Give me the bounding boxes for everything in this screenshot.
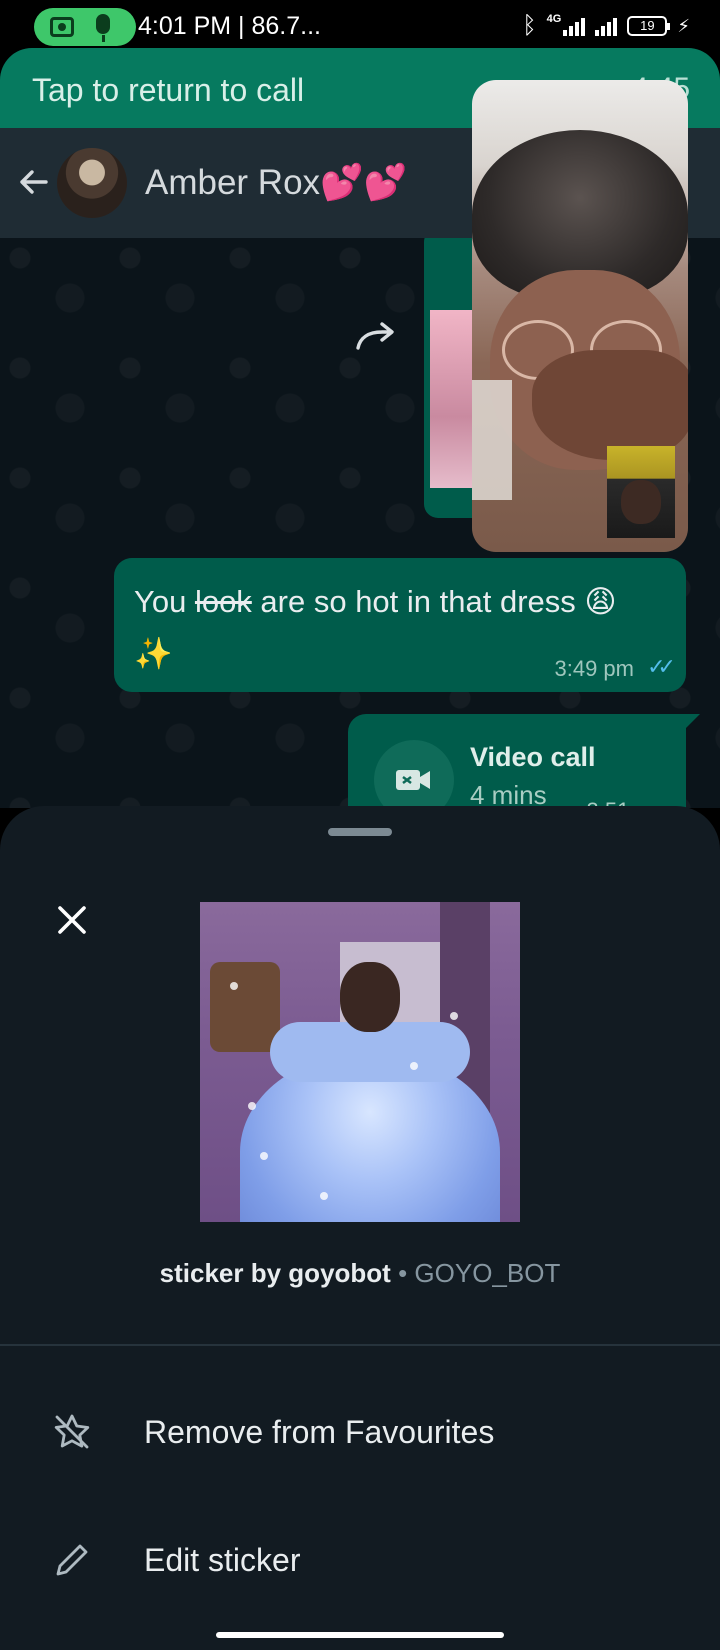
sticker-head bbox=[340, 962, 400, 1032]
home-indicator[interactable] bbox=[216, 1632, 504, 1638]
close-icon[interactable] bbox=[52, 900, 92, 940]
call-title: Video call bbox=[470, 742, 596, 772]
sticker-name: sticker by goyobot bbox=[159, 1258, 391, 1288]
outgoing-text-message[interactable]: You look are so hot in that dress 😩✨ 3:4… bbox=[114, 558, 686, 692]
separator: • bbox=[398, 1258, 408, 1288]
sticker-bag bbox=[210, 962, 280, 1052]
remove-from-favourites-item[interactable]: Remove from Favourites bbox=[0, 1372, 720, 1492]
divider bbox=[0, 1344, 720, 1346]
sticker-sparkle bbox=[320, 1192, 328, 1200]
unstar-icon bbox=[54, 1414, 90, 1449]
pencil-icon bbox=[56, 1544, 88, 1576]
signal-icon bbox=[595, 16, 618, 36]
sticker-sparkle bbox=[230, 982, 238, 990]
forward-icon[interactable] bbox=[354, 318, 398, 354]
sticker-preview bbox=[200, 902, 520, 1222]
sticker-sparkle bbox=[248, 1102, 256, 1110]
video-camera-icon bbox=[396, 770, 430, 790]
menu-item-label: Remove from Favourites bbox=[144, 1414, 495, 1450]
pip-blanket bbox=[472, 380, 512, 500]
avatar[interactable] bbox=[57, 148, 127, 218]
message-text-prefix: You bbox=[134, 584, 195, 619]
network-type: 4G bbox=[546, 13, 562, 25]
mic-recording-icon bbox=[96, 14, 110, 42]
bluetooth-icon: ᛒ bbox=[522, 12, 537, 39]
sticker-info: sticker by goyobot • GOYO_BOT bbox=[0, 1258, 720, 1289]
battery-icon: 19 bbox=[627, 16, 671, 36]
message-strikethrough-word: look bbox=[194, 584, 252, 619]
charging-icon: ⚡ bbox=[677, 15, 690, 36]
status-icons: ᛒ 4G 19 ⚡ bbox=[522, 12, 690, 40]
sticker-sparkle bbox=[260, 1152, 268, 1160]
sticker-pack-name[interactable]: GOYO_BOT bbox=[414, 1258, 560, 1288]
video-call-icon-container bbox=[374, 740, 454, 808]
sticker-sparkle bbox=[410, 1062, 418, 1070]
message-timestamp: 3:49 pm bbox=[554, 656, 635, 681]
status-time: 4:01 PM | 86.7... bbox=[138, 12, 321, 40]
return-to-call-label: Tap to return to call bbox=[32, 72, 305, 108]
contact-name[interactable]: Amber Rox💕💕 bbox=[145, 162, 407, 203]
back-arrow-icon[interactable] bbox=[16, 164, 52, 200]
read-receipt-icon: ✓✓ bbox=[647, 654, 676, 679]
pip-hand bbox=[532, 350, 688, 460]
video-call-pip[interactable] bbox=[472, 80, 688, 552]
signal-icon bbox=[563, 16, 586, 36]
self-view-thumbnail[interactable] bbox=[607, 446, 675, 538]
sticker-sparkle bbox=[450, 1012, 458, 1020]
video-call-message[interactable]: Video call 4 mins 3:51 pm bbox=[348, 714, 700, 808]
menu-item-label: Edit sticker bbox=[144, 1542, 301, 1578]
recording-indicator[interactable] bbox=[34, 8, 136, 46]
self-view-face bbox=[621, 480, 661, 524]
sticker-bottom-sheet: sticker by goyobot • GOYO_BOT Remove fro… bbox=[0, 806, 720, 1650]
status-bar: 4:01 PM | 86.7... ᛒ 4G 19 ⚡ bbox=[0, 0, 720, 52]
edit-sticker-item[interactable]: Edit sticker bbox=[0, 1500, 720, 1620]
sheet-drag-handle[interactable] bbox=[328, 828, 392, 836]
camera-recording-icon bbox=[50, 17, 74, 37]
call-duration: 4 mins bbox=[470, 780, 547, 808]
